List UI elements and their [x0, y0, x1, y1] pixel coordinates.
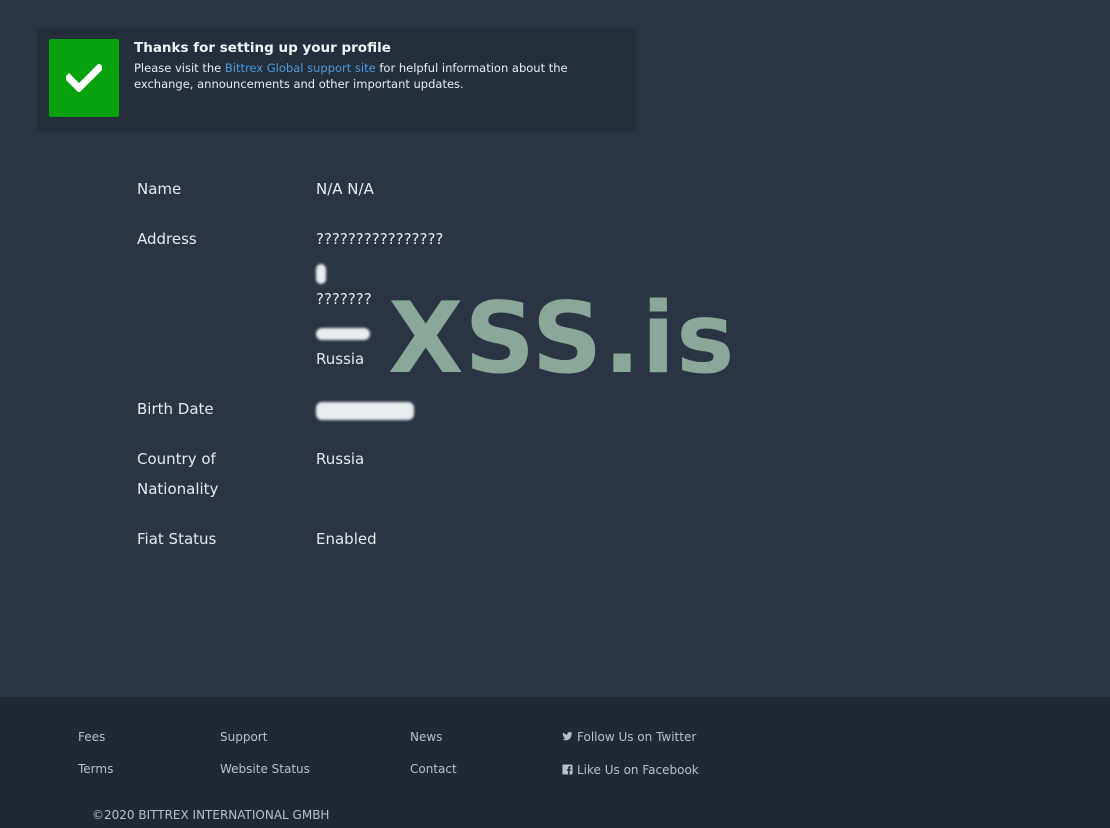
nationality-value: Russia — [316, 450, 365, 468]
name-value: N/A N/A — [316, 180, 374, 198]
footer-link-news[interactable]: News — [410, 730, 442, 744]
footer: Fees Terms Support Website Status News C… — [0, 697, 1110, 828]
notice-body: Please visit the Bittrex Global support … — [134, 60, 629, 92]
footer-link-website-status[interactable]: Website Status — [220, 762, 310, 776]
address-country: Russia — [316, 350, 365, 368]
birth-date-redacted — [316, 400, 414, 430]
watermark-logo: XSS.is — [388, 282, 736, 396]
address-line-3: ??????? — [316, 290, 372, 308]
footer-link-support[interactable]: Support — [220, 730, 267, 744]
footer-link-twitter[interactable]: Follow Us on Twitter — [562, 730, 696, 744]
nationality-label-2: Nationality — [137, 480, 219, 498]
fiat-status-label: Fiat Status — [137, 530, 217, 548]
name-label: Name — [137, 180, 182, 198]
nationality-label-1: Country of — [137, 450, 216, 468]
footer-link-contact[interactable]: Contact — [410, 762, 457, 776]
check-icon — [66, 64, 102, 92]
footer-link-fees[interactable]: Fees — [78, 730, 105, 744]
address-line-1: ???????????????? — [316, 230, 444, 248]
profile-success-notice: Thanks for setting up your profile Pleas… — [37, 27, 636, 132]
support-site-link[interactable]: Bittrex Global support site — [225, 61, 376, 75]
twitter-icon — [562, 732, 573, 741]
address-label: Address — [137, 230, 197, 248]
facebook-link-label: Like Us on Facebook — [577, 763, 699, 777]
birth-date-label: Birth Date — [137, 400, 214, 418]
twitter-link-label: Follow Us on Twitter — [577, 730, 697, 744]
facebook-icon — [562, 764, 573, 775]
footer-link-facebook[interactable]: Like Us on Facebook — [562, 763, 699, 777]
footer-link-terms[interactable]: Terms — [78, 762, 113, 776]
notice-title: Thanks for setting up your profile — [134, 40, 391, 56]
copyright: ©2020 BITTREX INTERNATIONAL GMBH — [92, 808, 330, 822]
fiat-status-value: Enabled — [316, 530, 377, 548]
main-content: Thanks for setting up your profile Pleas… — [0, 0, 1110, 697]
notice-body-before: Please visit the — [134, 61, 225, 75]
success-badge — [49, 39, 119, 117]
